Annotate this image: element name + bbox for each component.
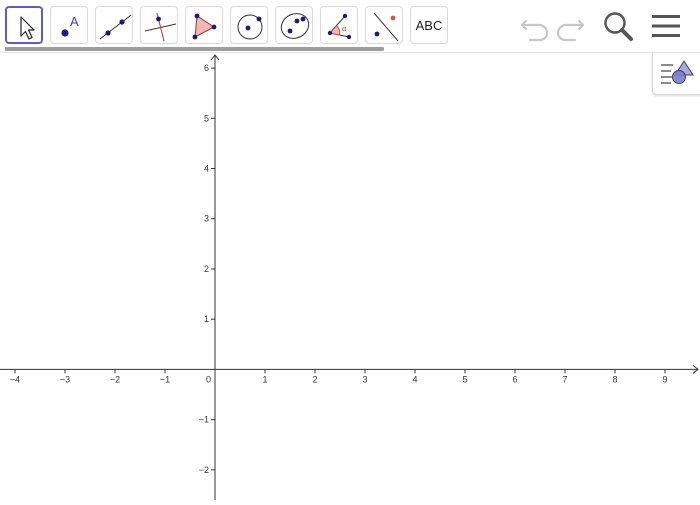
- x-tick-label: 3: [362, 374, 367, 384]
- style-bar-toggle-button[interactable]: [652, 53, 700, 95]
- x-tick-label: 6: [512, 374, 517, 384]
- ellipse-icon: [280, 13, 310, 39]
- perpendicular-line-tool-button[interactable]: [140, 6, 178, 44]
- polygon-icon: [192, 13, 217, 40]
- undo-icon: [520, 19, 549, 42]
- graphics-view[interactable]: −4 −3 −2 −1 0 1 2 3 4 5 6 7 8 9 −2 −1 1 2 3 4 5 6: [0, 53, 700, 500]
- text-tool-button[interactable]: ABC: [410, 6, 448, 44]
- circle-center-point-icon: [237, 14, 263, 40]
- x-tick-label: 0: [206, 374, 211, 384]
- x-tick-label: 5: [462, 374, 467, 384]
- y-tick-label: 2: [204, 264, 209, 274]
- reflect-about-line-icon: [373, 12, 399, 42]
- coordinate-axes: −4 −3 −2 −1 0 1 2 3 4 5 6 7 8 9 −2 −1 1 2 3 4 5 6: [0, 54, 699, 500]
- x-tick-label: −1: [160, 374, 170, 384]
- search-button[interactable]: [600, 8, 636, 44]
- point-tool-letter: A: [70, 14, 79, 29]
- angle-tool-letter: α: [342, 24, 347, 33]
- point-tool-button[interactable]: A: [50, 6, 88, 44]
- undo-button[interactable]: [516, 8, 552, 44]
- search-icon: [604, 12, 633, 41]
- x-tick-label: −2: [110, 374, 120, 384]
- x-tick-label: 2: [312, 374, 317, 384]
- menu-icon: [652, 15, 680, 37]
- conic-tool-button[interactable]: [275, 6, 313, 44]
- x-tick-label: −3: [60, 374, 70, 384]
- x-tick-label: 1: [262, 374, 267, 384]
- circle-tool-button[interactable]: [230, 6, 268, 44]
- move-tool-button[interactable]: [5, 6, 43, 44]
- polygon-tool-button[interactable]: [185, 6, 223, 44]
- point-icon: A: [61, 14, 79, 37]
- perpendicular-line-icon: [144, 12, 177, 42]
- x-tick-label: 4: [412, 374, 417, 384]
- x-tick-label: 7: [562, 374, 567, 384]
- toolbar: A α ABC: [0, 0, 700, 53]
- text-tool-label: ABC: [415, 17, 443, 33]
- y-tick-label: −2: [199, 465, 209, 475]
- cursor-arrow-icon: [20, 16, 35, 40]
- x-tick-label: 9: [662, 374, 667, 384]
- toolbar-scrollbar[interactable]: [5, 47, 384, 51]
- x-tick-label: −4: [10, 374, 20, 384]
- y-tick-label: −1: [199, 415, 209, 425]
- line-through-points-icon: [99, 14, 132, 40]
- redo-button[interactable]: [553, 8, 589, 44]
- y-tick-label: 4: [204, 164, 209, 174]
- y-tick-label: 5: [204, 113, 209, 123]
- line-tool-button[interactable]: [95, 6, 133, 44]
- style-bar-toggle-icon: [661, 60, 694, 84]
- x-tick-label: 8: [612, 374, 617, 384]
- angle-tool-button[interactable]: α: [320, 6, 358, 44]
- y-tick-label: 6: [204, 63, 209, 73]
- y-tick-label: 1: [204, 314, 209, 324]
- angle-icon: α: [327, 13, 352, 40]
- menu-button[interactable]: [648, 8, 684, 44]
- y-tick-label: 3: [204, 214, 209, 224]
- redo-icon: [556, 19, 585, 42]
- reflect-tool-button[interactable]: [365, 6, 403, 44]
